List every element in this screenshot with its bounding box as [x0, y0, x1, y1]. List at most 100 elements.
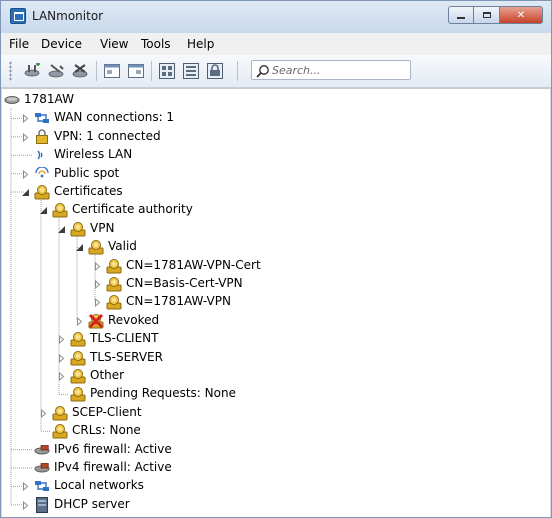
menu-view[interactable]: View: [100, 37, 128, 51]
certificate-icon: [52, 423, 68, 439]
close-button[interactable]: ✕: [500, 6, 543, 24]
certificate-icon: [70, 350, 86, 366]
maximize-button[interactable]: [474, 6, 500, 24]
tree-item-1781aw[interactable]: 1781AW: [2, 91, 550, 109]
tree-item-label: VPN: [90, 220, 115, 235]
edit-device-icon: [48, 64, 64, 78]
title-bar[interactable]: LANmonitor ✕: [1, 1, 551, 33]
calculator-button[interactable]: [157, 62, 177, 80]
expand-arrow-icon[interactable]: [21, 132, 30, 142]
server-icon: [34, 496, 50, 513]
certificate-icon: [106, 294, 122, 310]
expand-arrow-icon[interactable]: [93, 280, 102, 289]
tree-item-wan-connections-1[interactable]: WAN connections: 1: [2, 109, 550, 127]
tree-item-label: Other: [90, 368, 125, 382]
maximize-icon: [482, 12, 491, 18]
list-view-button[interactable]: [181, 62, 201, 80]
tree-item-certificates[interactable]: Certificates: [2, 183, 550, 201]
expand-arrow-icon[interactable]: [93, 298, 102, 308]
list-view-icon: [183, 63, 199, 79]
tree-item-valid[interactable]: Valid: [2, 238, 550, 256]
network-icon: [34, 110, 50, 126]
tree-item-vpn-1-connected[interactable]: VPN: 1 connected: [2, 128, 550, 146]
router-icon: [4, 92, 20, 108]
tree-item-ipv6-firewall-active[interactable]: IPv6 firewall: Active: [2, 441, 550, 459]
menu-bar: File Device View Tools Help: [1, 33, 551, 56]
close-icon: ✕: [516, 9, 526, 21]
menu-device[interactable]: Device: [41, 37, 82, 51]
tree-item-other[interactable]: Other: [2, 367, 550, 385]
tree-item-label: TLS-CLIENT: [90, 331, 159, 346]
tree-item-pending-requests-none[interactable]: Pending Requests: None: [2, 385, 550, 403]
minimize-icon: [457, 17, 465, 19]
tree-item-cn-1781aw-vpn[interactable]: CN=1781AW-VPN: [2, 293, 550, 311]
tree-item-label: Wireless LAN: [54, 147, 133, 162]
revoked-certificate-icon: [88, 313, 104, 329]
expand-arrow-icon[interactable]: [21, 169, 30, 179]
tree-item-label: Certificates: [54, 184, 123, 198]
firewall-button[interactable]: [205, 62, 225, 80]
search-input[interactable]: [272, 62, 406, 78]
expand-arrow-icon[interactable]: [21, 114, 30, 124]
window-view-icon: [104, 64, 120, 78]
expand-arrow-icon[interactable]: [21, 482, 30, 492]
edit-device-button[interactable]: [47, 62, 67, 80]
certificate-icon: [52, 202, 68, 218]
tree-item-cn-basis-cert-vpn[interactable]: CN=Basis-Cert-VPN: [2, 275, 550, 293]
calculator-icon: [159, 63, 175, 79]
window-view-alt-icon: [128, 64, 144, 78]
expand-arrow-icon[interactable]: [93, 261, 102, 271]
tree-item-ipv4-firewall-active[interactable]: IPv4 firewall: Active: [2, 459, 550, 477]
window-view-button[interactable]: [102, 62, 122, 80]
delete-device-button[interactable]: [71, 62, 91, 80]
search-box[interactable]: [251, 60, 411, 80]
collapse-arrow-icon[interactable]: [57, 225, 66, 234]
menu-tools[interactable]: Tools: [141, 37, 171, 51]
tree-item-cn-1781aw-vpn-cert[interactable]: CN=1781AW-VPN-Cert: [2, 257, 550, 275]
lanmonitor-window: LANmonitor ✕ File Device View Tools Help: [0, 0, 552, 518]
expand-arrow-icon[interactable]: [39, 408, 48, 418]
window-view-alt-button[interactable]: [126, 62, 146, 80]
tree-item-revoked[interactable]: Revoked: [2, 312, 550, 330]
certificate-icon: [34, 184, 50, 200]
expand-arrow-icon[interactable]: [75, 316, 84, 326]
tree-item-vpn[interactable]: VPN: [2, 220, 550, 238]
tree-item-wireless-lan[interactable]: Wireless LAN: [2, 146, 550, 164]
tree-item-label: CN=Basis-Cert-VPN: [126, 276, 243, 290]
menu-file[interactable]: File: [9, 37, 29, 51]
tree-item-tls-client[interactable]: TLS-CLIENT: [2, 330, 550, 348]
menu-help[interactable]: Help: [187, 37, 214, 51]
tree-item-label: CRLs: None: [72, 423, 141, 438]
certificate-icon: [52, 405, 68, 421]
collapse-arrow-icon[interactable]: [21, 188, 30, 197]
tree-item-scep-client[interactable]: SCEP-Client: [2, 404, 550, 422]
certificate-icon: [106, 276, 122, 292]
expand-arrow-icon[interactable]: [57, 353, 66, 363]
expand-arrow-icon[interactable]: [21, 500, 30, 510]
tree-item-label: IPv6 firewall: Active: [54, 441, 172, 456]
certificate-icon: [88, 239, 104, 255]
toolbar-separator: [96, 61, 97, 81]
expand-arrow-icon[interactable]: [57, 335, 66, 345]
tree-item-label: Valid: [108, 239, 137, 254]
add-device-button[interactable]: [23, 62, 43, 80]
collapse-arrow-icon[interactable]: [75, 243, 84, 252]
certificate-icon: [106, 258, 122, 274]
device-tree: 1781AW WAN connections: 1 VPN: 1 connected…: [2, 88, 550, 517]
collapse-arrow-icon[interactable]: [39, 206, 48, 215]
tree-item-label: WAN connections: 1: [54, 110, 175, 125]
tree-item-dhcp-server[interactable]: DHCP server: [2, 496, 550, 514]
firewall-icon: [207, 63, 223, 79]
certificate-icon: [70, 386, 86, 402]
minimize-button[interactable]: [448, 6, 474, 24]
window-title: LANmonitor: [32, 9, 104, 23]
tree-item-tls-server[interactable]: TLS-SERVER: [2, 349, 550, 367]
tree-item-public-spot[interactable]: Public spot: [2, 165, 550, 183]
tree-item-label: Local networks: [54, 478, 144, 493]
toolbar-grip[interactable]: [9, 61, 12, 81]
expand-arrow-icon[interactable]: [57, 372, 66, 381]
tree-item-certificate-authority[interactable]: Certificate authority: [2, 201, 550, 219]
tree-item-local-networks[interactable]: Local networks: [2, 477, 550, 495]
tree-item-crls-none[interactable]: CRLs: None: [2, 422, 550, 440]
tree-item-label: Revoked: [108, 312, 160, 327]
